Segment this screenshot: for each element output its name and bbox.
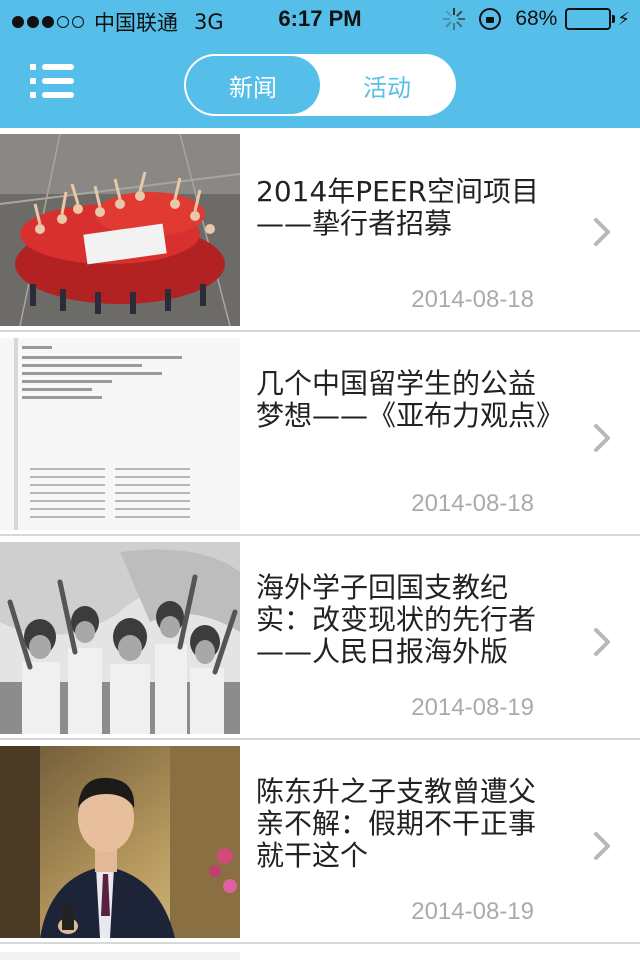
chevron-right-icon	[594, 218, 610, 246]
news-item[interactable]: 2014年PEER空间项目——挚行者招募 2014-08-18	[0, 128, 640, 332]
app-header: 中国联通 3G 6:17 PM 68% ⚡ 新闻 活动	[0, 0, 640, 128]
chevron-right-icon	[594, 424, 610, 452]
rotation-lock-icon	[479, 8, 502, 30]
news-date: 2014-08-18	[411, 286, 534, 313]
news-thumbnail	[0, 746, 240, 938]
tab-activities[interactable]: 活动	[320, 56, 454, 114]
menu-button[interactable]	[30, 60, 76, 102]
news-thumbnail	[0, 338, 240, 530]
chevron-right-icon	[594, 628, 610, 656]
activity-spinner-icon	[443, 8, 466, 30]
news-list: 2014年PEER空间项目——挚行者招募 2014-08-18 几个中国留学生的…	[0, 128, 640, 960]
battery-percent: 68%	[515, 7, 558, 30]
news-title: 海外学子回国支教纪实：改变现状的先行者——人民日报海外版	[256, 571, 537, 668]
news-date: 2014-08-19	[411, 898, 534, 925]
battery-icon	[565, 8, 616, 30]
tab-news[interactable]: 新闻	[186, 56, 320, 114]
news-title: 陈东升之子支教曾遭父亲不解：假期不干正事就干这个	[256, 775, 537, 872]
status-bar: 中国联通 3G 6:17 PM 68% ⚡	[0, 0, 640, 40]
news-date: 2014-08-18	[411, 490, 534, 517]
news-item[interactable]	[0, 944, 640, 960]
news-thumbnail	[0, 542, 240, 734]
news-item[interactable]: 海外学子回国支教纪实：改变现状的先行者——人民日报海外版 2014-08-19	[0, 536, 640, 740]
news-title: 几个中国留学生的公益梦想——《亚布力观点》	[256, 367, 565, 432]
news-item[interactable]: 陈东升之子支教曾遭父亲不解：假期不干正事就干这个 2014-08-19	[0, 740, 640, 944]
news-thumbnail	[0, 134, 240, 326]
navigation-bar: 新闻 活动	[0, 40, 640, 128]
charging-bolt-icon: ⚡	[617, 8, 630, 30]
chevron-right-icon	[594, 832, 610, 860]
news-date: 2014-08-19	[411, 694, 534, 721]
news-thumbnail	[0, 952, 240, 960]
news-item[interactable]: 几个中国留学生的公益梦想——《亚布力观点》 2014-08-18	[0, 332, 640, 536]
segmented-control: 新闻 活动	[184, 54, 456, 116]
news-title: 2014年PEER空间项目——挚行者招募	[256, 175, 539, 240]
status-right: 68% ⚡	[443, 7, 630, 31]
